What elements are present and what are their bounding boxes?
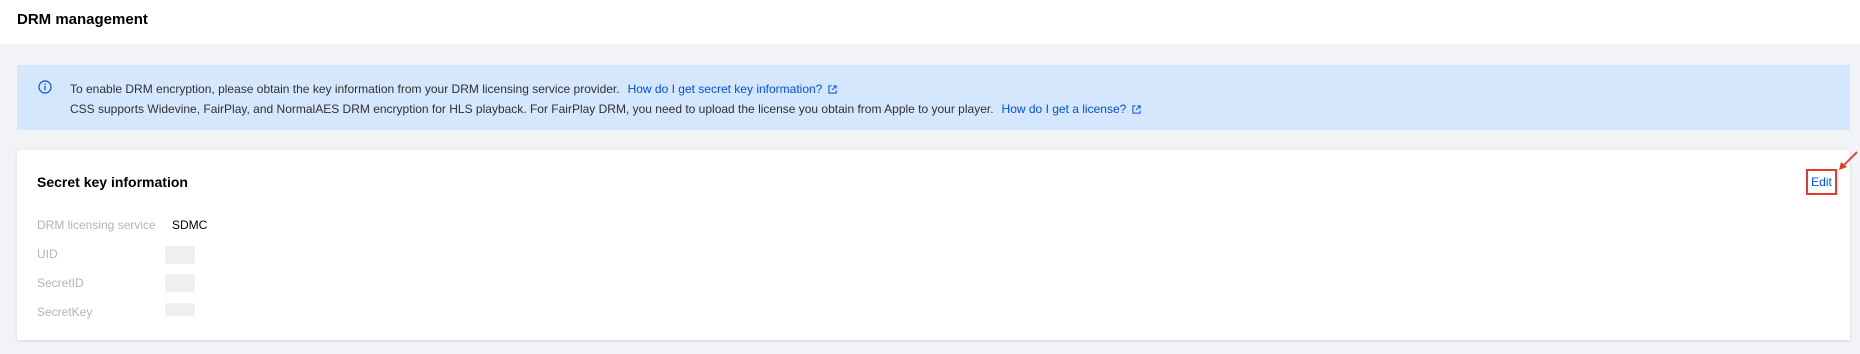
info-notice: To enable DRM encryption, please obtain … [17, 65, 1850, 130]
field-label-uid: UID [37, 247, 58, 261]
page-header: DRM management [0, 0, 1860, 44]
field-value-secretkey-masked [165, 303, 195, 316]
secret-key-help-link[interactable]: How do I get secret key information? [628, 82, 838, 96]
field-label-secretid: SecretID [37, 276, 84, 290]
edit-button[interactable]: Edit [1806, 169, 1837, 195]
license-help-link-label: How do I get a license? [1001, 102, 1127, 116]
field-value-uid-masked [165, 246, 195, 264]
field-value-drm-service: SDMC [172, 218, 208, 232]
external-link-icon [828, 84, 837, 94]
card-title: Secret key information [37, 174, 188, 190]
page-title: DRM management [17, 11, 148, 28]
secret-key-help-link-label: How do I get secret key information? [627, 82, 823, 96]
license-help-link[interactable]: How do I get a license? [1002, 102, 1142, 116]
field-value-secretid-masked [165, 274, 195, 292]
notice-text-1: To enable DRM encryption, please obtain … [70, 82, 620, 96]
external-link-icon [1132, 104, 1141, 114]
field-label-drm-service: DRM licensing service [37, 218, 156, 232]
notice-text-2: CSS supports Widevine, FairPlay, and Nor… [70, 102, 994, 116]
notice-line-1: To enable DRM encryption, please obtain … [70, 82, 837, 96]
info-icon [38, 80, 52, 94]
notice-line-2: CSS supports Widevine, FairPlay, and Nor… [70, 102, 1141, 116]
secret-key-card: Secret key information Edit DRM licensin… [17, 150, 1858, 340]
field-label-secretkey: SecretKey [37, 305, 93, 319]
